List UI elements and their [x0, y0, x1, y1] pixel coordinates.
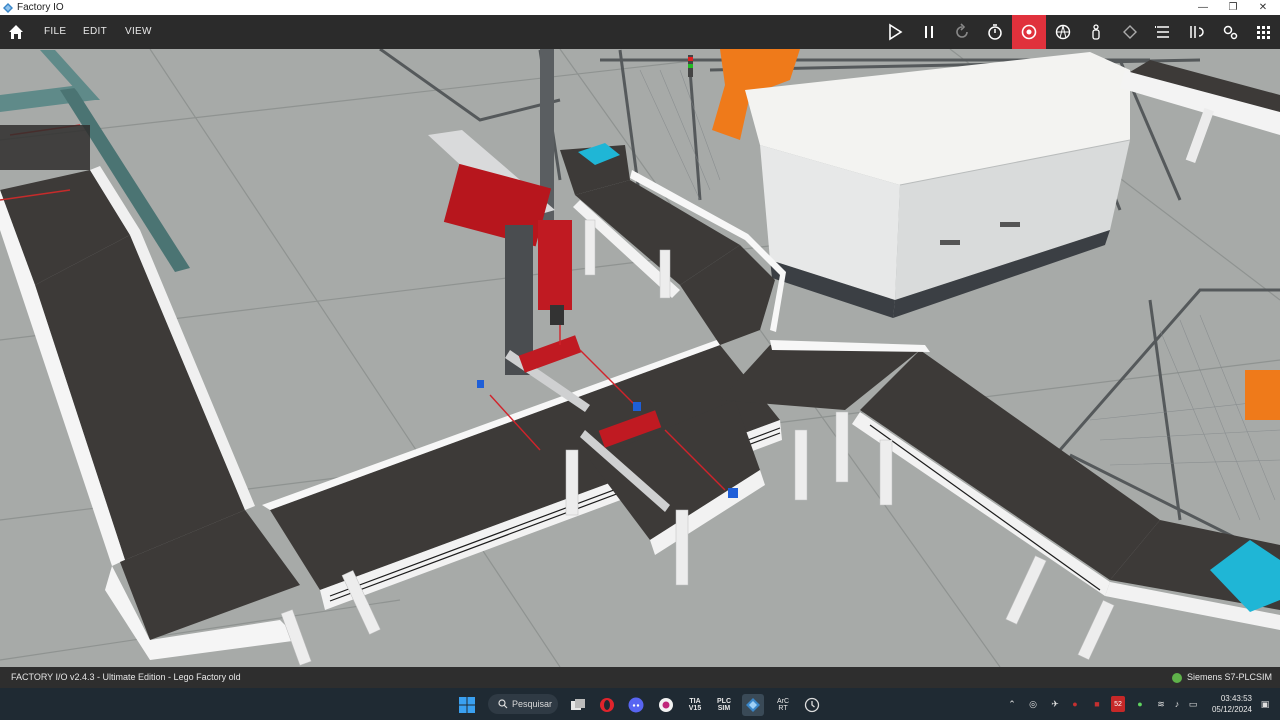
menu-file[interactable]: FILE [44, 15, 66, 49]
part-blue-2 [633, 402, 641, 411]
window-title: Factory IO [17, 2, 64, 13]
scene-viewport[interactable] [0, 49, 1280, 667]
parts-list-button[interactable] [1146, 15, 1180, 49]
record-app-icon [659, 698, 673, 712]
menu-view[interactable]: VIEW [125, 15, 152, 49]
clock-app-icon [804, 697, 820, 713]
task-view-button[interactable] [567, 694, 589, 716]
arc-rt-button[interactable]: ArC RT [772, 694, 794, 716]
home-icon[interactable] [7, 23, 25, 41]
pause-icon [925, 26, 933, 38]
select-button[interactable] [1113, 15, 1147, 49]
sensor-tags-icon [1190, 26, 1204, 38]
pause-button[interactable] [912, 15, 946, 49]
windows-start-icon [459, 697, 475, 713]
volume-icon[interactable]: ♪ [1170, 696, 1184, 712]
list-icon [1155, 26, 1169, 38]
fly-camera-icon [1055, 24, 1071, 40]
system-clock[interactable]: 03:43:53 05/12/2024 [1212, 693, 1252, 715]
discord-button[interactable] [625, 694, 647, 716]
microphone-icon[interactable]: ● [1134, 696, 1146, 712]
record-app-button[interactable] [655, 694, 677, 716]
play-button[interactable] [878, 15, 912, 49]
driver-status[interactable]: Siemens S7-PLCSIM [1171, 667, 1272, 688]
reset-icon [956, 23, 968, 38]
close-button[interactable]: ✕ [1248, 0, 1278, 15]
minimize-button[interactable]: — [1188, 0, 1218, 15]
clock-date: 05/12/2024 [1211, 705, 1252, 714]
first-person-button[interactable] [1079, 15, 1113, 49]
tray-app-icon[interactable]: ◎ [1026, 696, 1040, 712]
robot-arm-right [1245, 370, 1280, 420]
drivers-icon [1223, 25, 1238, 40]
maximize-button[interactable]: ❐ [1218, 0, 1248, 15]
play-icon [889, 23, 903, 41]
driver-name: Siemens S7-PLCSIM [1186, 672, 1272, 682]
drivers-button[interactable] [1213, 15, 1247, 49]
tray-chevron-icon[interactable]: ⌃ [1006, 696, 1018, 712]
camera-orbit-icon [1021, 24, 1037, 40]
camera-orbit-button[interactable] [1012, 15, 1046, 49]
driver-ok-icon [1171, 672, 1182, 683]
opera-icon [600, 698, 614, 712]
start-button[interactable] [456, 694, 478, 716]
timer-button[interactable] [978, 15, 1012, 49]
discord-icon [628, 697, 644, 713]
version-info: FACTORY I/O v2.4.3 - Ultimate Edition - … [11, 672, 241, 682]
opera-button[interactable] [596, 694, 618, 716]
plcsim-button[interactable]: PLC SIM [713, 694, 735, 716]
tray-badge[interactable]: 52 [1111, 696, 1125, 712]
arc-rt-icon: ArC RT [776, 698, 790, 712]
menu-edit[interactable]: EDIT [83, 15, 107, 49]
clock-time: 03:43:53 [1220, 694, 1252, 703]
clock-app-button[interactable] [801, 694, 823, 716]
windows-taskbar: Pesquisar TIA V15 PLC SIM ArC RT ⌃ ◎ ✈ ●… [0, 688, 1280, 720]
fly-camera-button[interactable] [1046, 15, 1080, 49]
wifi-icon[interactable]: ≋ [1154, 696, 1168, 712]
factory-io-app-icon [3, 2, 13, 13]
reset-button[interactable] [945, 15, 979, 49]
tray-antivirus-icon[interactable]: ■ [1090, 696, 1104, 712]
first-person-icon [1092, 24, 1100, 40]
timer-icon [988, 24, 1002, 40]
status-bar: FACTORY I/O v2.4.3 - Ultimate Edition - … [0, 667, 1280, 688]
grid-icon [1257, 26, 1270, 39]
search-icon [498, 699, 508, 709]
task-view-icon [571, 699, 585, 710]
plcsim-icon: PLC SIM [717, 698, 731, 712]
select-icon [1123, 25, 1137, 39]
tray-pin-icon[interactable]: ✈ [1048, 696, 1062, 712]
search-label: Pesquisar [512, 699, 553, 709]
tia-portal-button[interactable]: TIA V15 [684, 694, 706, 716]
notification-bell-icon[interactable]: ▣ [1258, 696, 1272, 712]
factory-io-icon [746, 698, 760, 712]
menu-bar: FILE EDIT VIEW [0, 15, 1280, 49]
grid-menu-button[interactable] [1246, 15, 1280, 49]
tia-portal-icon: TIA V15 [688, 698, 702, 712]
part-blue-1 [477, 380, 484, 388]
window-titlebar: Factory IO — ❐ ✕ [0, 0, 1280, 15]
battery-icon[interactable]: ▭ [1186, 696, 1200, 712]
tray-record-icon[interactable]: ● [1068, 696, 1082, 712]
part-blue-3 [728, 488, 738, 498]
sensor-tags-button[interactable] [1179, 15, 1213, 49]
factory-scene [0, 49, 1280, 667]
factory-io-button[interactable] [742, 694, 764, 716]
taskbar-search[interactable]: Pesquisar [488, 694, 558, 714]
